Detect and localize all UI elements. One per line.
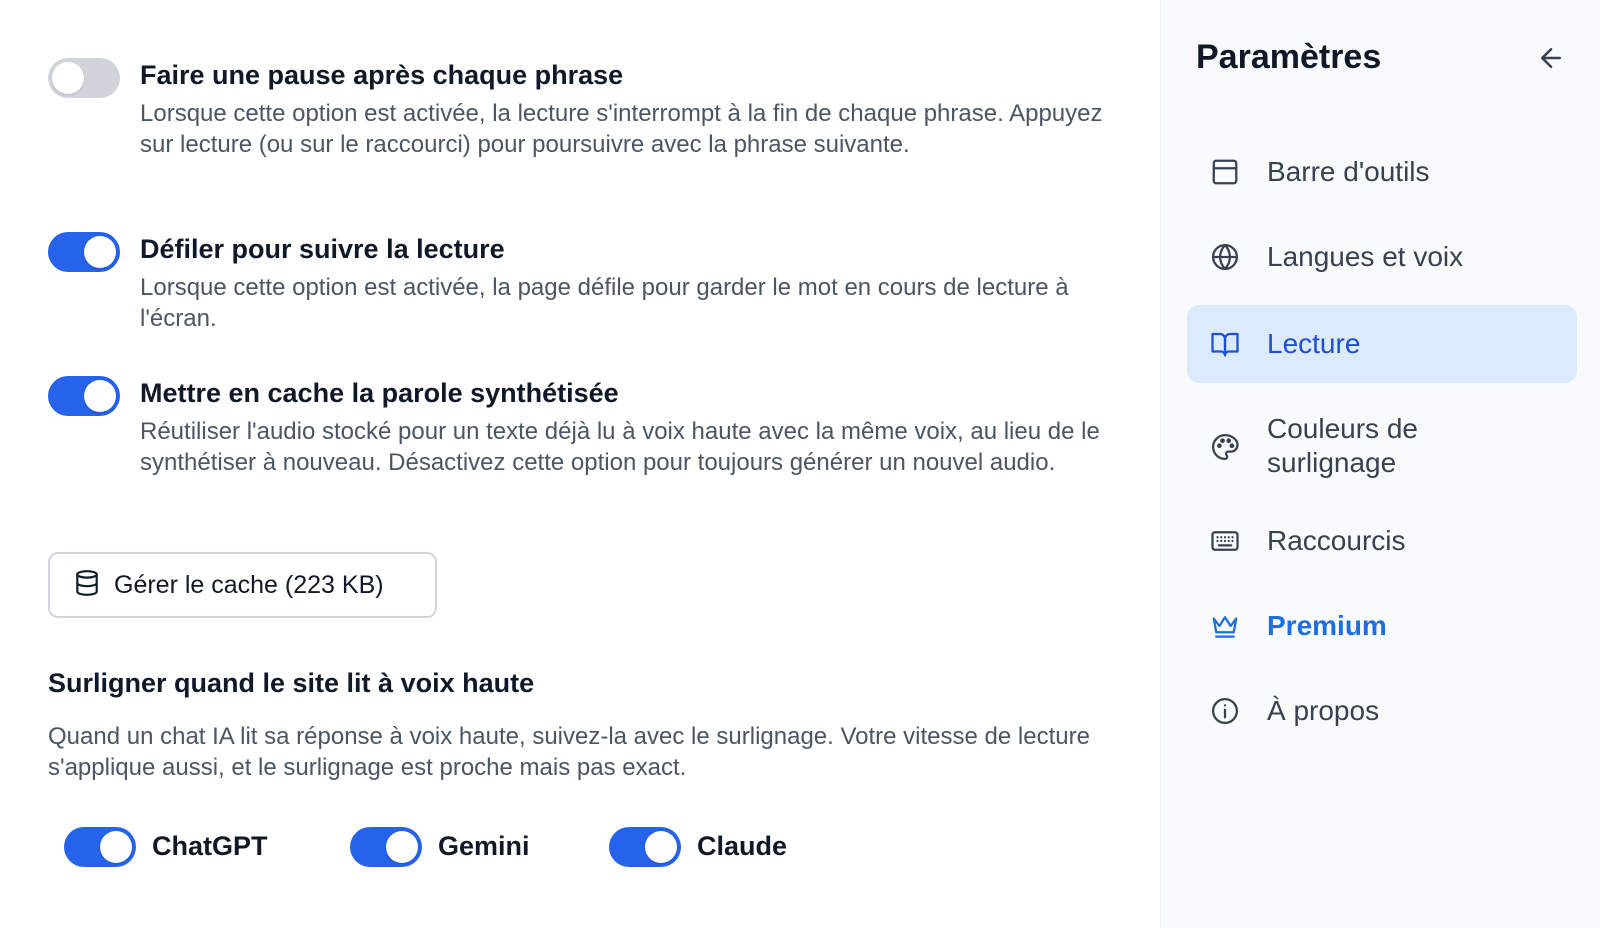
back-button[interactable] [1533, 42, 1569, 78]
toggle-knob [386, 831, 418, 863]
sidebar-item-label: Lecture [1267, 328, 1361, 359]
manage-cache-label: Gérer le cache (223 KB) [114, 570, 384, 599]
sidebar-title: Paramètres [1196, 38, 1382, 76]
sidebar-item-label: Langues et voix [1267, 241, 1464, 272]
setting-title: Faire une pause après chaque phrase [140, 60, 624, 90]
database-icon [74, 569, 100, 602]
setting-title: Mettre en cache la parole synthétisée [140, 378, 619, 408]
toggle-knob [645, 831, 677, 863]
sidebar-item-premium[interactable]: Premium [1187, 587, 1577, 665]
setting-title: Défiler pour suivre la lecture [140, 234, 505, 264]
sidebar-item-label: Couleurs de surlignage [1267, 413, 1418, 478]
globe-icon [1209, 241, 1241, 273]
sidebar-item-label: Raccourcis [1267, 525, 1406, 556]
site-name: Claude [697, 831, 788, 861]
sidebar-item-languages[interactable]: Langues et voix [1187, 218, 1577, 296]
chatgpt-toggle[interactable] [64, 827, 136, 867]
crown-icon [1209, 610, 1241, 642]
highlight-section-title: Surligner quand le site lit à voix haute [48, 668, 535, 698]
book-open-icon [1209, 328, 1241, 360]
setting-description: Lorsque cette option est activée, la lec… [140, 100, 1103, 158]
toggle-knob [84, 380, 116, 412]
reading-settings-panel: Faire une pause après chaque phrase Lors… [0, 0, 1160, 928]
palette-icon [1209, 431, 1241, 463]
toggle-knob [84, 236, 116, 268]
sidebar-item-label: Barre d'outils [1267, 156, 1430, 187]
sidebar-item-shortcuts[interactable]: Raccourcis [1187, 502, 1577, 580]
sidebar-item-toolbar[interactable]: Barre d'outils [1187, 133, 1577, 211]
settings-sidebar: Paramètres Barre d'outils Langues et voi… [1160, 0, 1600, 928]
site-name: Gemini [438, 831, 530, 861]
highlight-section-description: Quand un chat IA lit sa réponse à voix h… [48, 723, 1090, 781]
sidebar-item-reading[interactable]: Lecture [1187, 305, 1577, 383]
setting-description: Réutiliser l'audio stocké pour un texte … [140, 418, 1100, 476]
cache-speech-toggle[interactable] [48, 376, 120, 416]
settings-page: Faire une pause après chaque phrase Lors… [0, 0, 1600, 928]
info-icon [1209, 695, 1241, 727]
toolbar-icon [1209, 156, 1241, 188]
scroll-follow-toggle[interactable] [48, 232, 120, 272]
manage-cache-button[interactable]: Gérer le cache (223 KB) [48, 552, 437, 618]
keyboard-icon [1209, 525, 1241, 557]
sidebar-item-label: À propos [1267, 695, 1380, 726]
gemini-toggle[interactable] [350, 827, 422, 867]
sidebar-item-about[interactable]: À propos [1187, 672, 1577, 750]
toggle-knob [52, 62, 84, 94]
sidebar-item-highlight-colors[interactable]: Couleurs de surlignage [1187, 405, 1577, 487]
sidebar-item-label: Premium [1267, 610, 1387, 641]
site-name: ChatGPT [152, 831, 268, 861]
toggle-knob [100, 831, 132, 863]
claude-toggle[interactable] [609, 827, 681, 867]
arrow-left-icon [1536, 43, 1566, 78]
setting-description: Lorsque cette option est activée, la pag… [140, 274, 1069, 332]
pause-after-sentence-toggle[interactable] [48, 58, 120, 98]
